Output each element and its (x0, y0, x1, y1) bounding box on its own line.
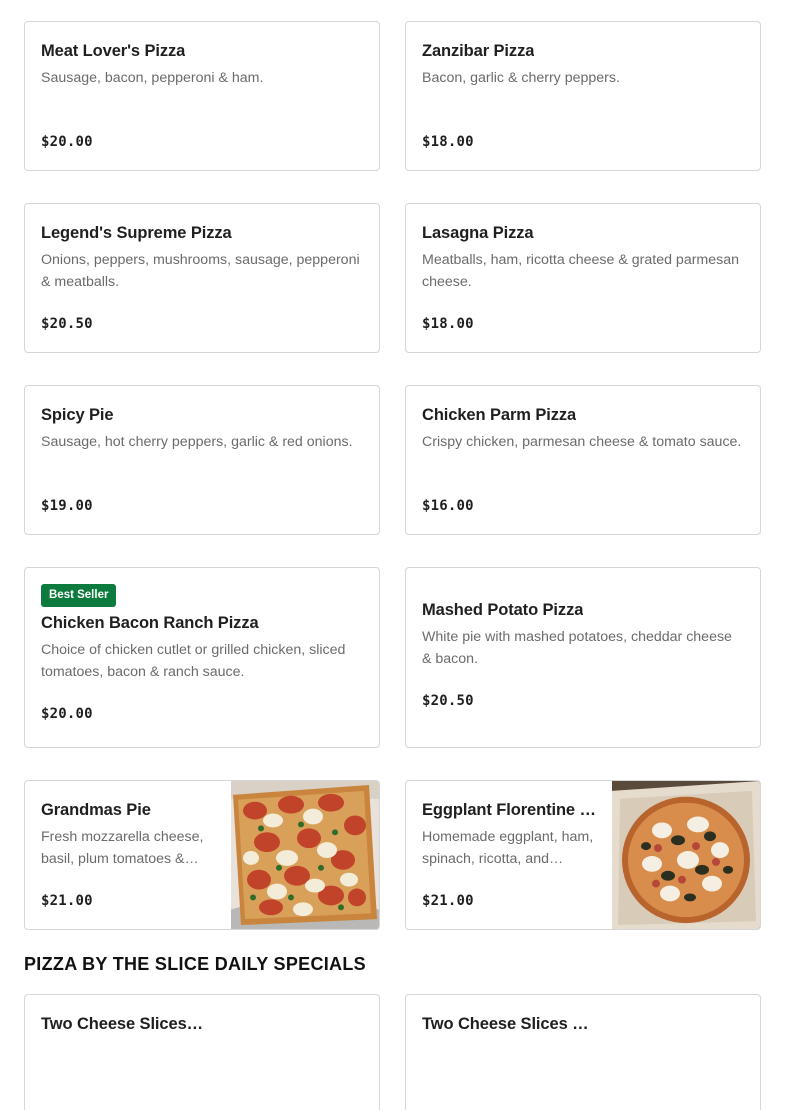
specials-grid: Two Cheese Slices & Soda Two Cheese Slic… (24, 994, 761, 1110)
item-name: Mashed Potato Pizza (422, 601, 584, 619)
item-price: $16.00 (422, 498, 474, 514)
menu-item-card[interactable]: Zanzibar Pizza Bacon, garlic & cherry pe… (405, 21, 761, 171)
item-price: $21.00 (422, 893, 474, 909)
item-price: $18.00 (422, 134, 474, 150)
item-name: Zanzibar Pizza (422, 42, 535, 60)
item-name: Two Cheese Slices & Soda (41, 1015, 206, 1033)
menu-item-card[interactable]: Spicy Pie Sausage, hot cherry peppers, g… (24, 385, 380, 535)
menu-item-card[interactable]: Best Seller Chicken Bacon Ranch Pizza Ch… (24, 567, 380, 748)
item-description: Sausage, bacon, pepperoni & ham. (41, 70, 264, 86)
menu-item-card[interactable]: Mashed Potato Pizza White pie with mashe… (405, 567, 761, 748)
menu-item-card[interactable]: Eggplant Florentine Pizza Homemade eggpl… (405, 780, 761, 930)
item-name: Chicken Bacon Ranch Pizza (41, 614, 259, 632)
menu-item-card[interactable]: Chicken Parm Pizza Crispy chicken, parme… (405, 385, 761, 535)
round-pizza-in-box-photo (612, 781, 760, 929)
menu-grid-top: Meat Lover's Pizza Sausage, bacon, peppe… (24, 21, 761, 535)
item-price: $18.00 (422, 316, 474, 332)
item-name: Two Cheese Slices with Soda (422, 1015, 592, 1033)
best-seller-badge: Best Seller (41, 584, 117, 607)
special-item-card[interactable]: Two Cheese Slices & Soda (24, 994, 380, 1110)
item-name: Meat Lover's Pizza (41, 42, 186, 60)
item-price: $20.00 (41, 706, 93, 722)
item-name: Eggplant Florentine Pizza (422, 801, 596, 819)
item-description: Crispy chicken, parmesan cheese & tomato… (422, 434, 742, 450)
item-description: Onions, peppers, mushrooms, sausage, pep… (41, 252, 360, 290)
menu-item-card[interactable]: Meat Lover's Pizza Sausage, bacon, peppe… (24, 21, 380, 171)
item-name: Grandmas Pie (41, 801, 151, 819)
menu-item-card[interactable]: Legend's Supreme Pizza Onions, peppers, … (24, 203, 380, 353)
item-name: Lasagna Pizza (422, 224, 534, 242)
item-price: $20.50 (422, 693, 474, 709)
item-description: White pie with mashed potatoes, cheddar … (422, 629, 732, 667)
square-pizza-photo (231, 781, 379, 929)
menu-item-card[interactable]: Grandmas Pie Fresh mozzarella cheese, ba… (24, 780, 380, 930)
item-name: Legend's Supreme Pizza (41, 224, 232, 242)
section-heading: PIZZA BY THE SLICE DAILY SPECIALS (24, 954, 366, 974)
item-price: $21.00 (41, 893, 93, 909)
item-name: Chicken Parm Pizza (422, 406, 577, 424)
item-description: Homemade eggplant, ham, spinach, ricotta… (422, 829, 594, 867)
menu-item-card[interactable]: Lasagna Pizza Meatballs, ham, ricotta ch… (405, 203, 761, 353)
item-name: Spicy Pie (41, 406, 114, 424)
item-description: Sausage, hot cherry peppers, garlic & re… (41, 434, 353, 450)
item-description: Choice of chicken cutlet or grilled chic… (41, 642, 346, 680)
item-price: $20.00 (41, 134, 93, 150)
special-item-card[interactable]: Two Cheese Slices with Soda (405, 994, 761, 1110)
item-description: Meatballs, ham, ricotta cheese & grated … (422, 252, 740, 290)
item-price: $19.00 (41, 498, 93, 514)
item-description: Bacon, garlic & cherry peppers. (422, 70, 620, 86)
menu-grid-photos: Grandmas Pie Fresh mozzarella cheese, ba… (24, 780, 761, 930)
item-price: $20.50 (41, 316, 93, 332)
menu-grid-featured: Best Seller Chicken Bacon Ranch Pizza Ch… (24, 567, 761, 748)
item-description: Fresh mozzarella cheese, basil, plum tom… (41, 829, 204, 867)
